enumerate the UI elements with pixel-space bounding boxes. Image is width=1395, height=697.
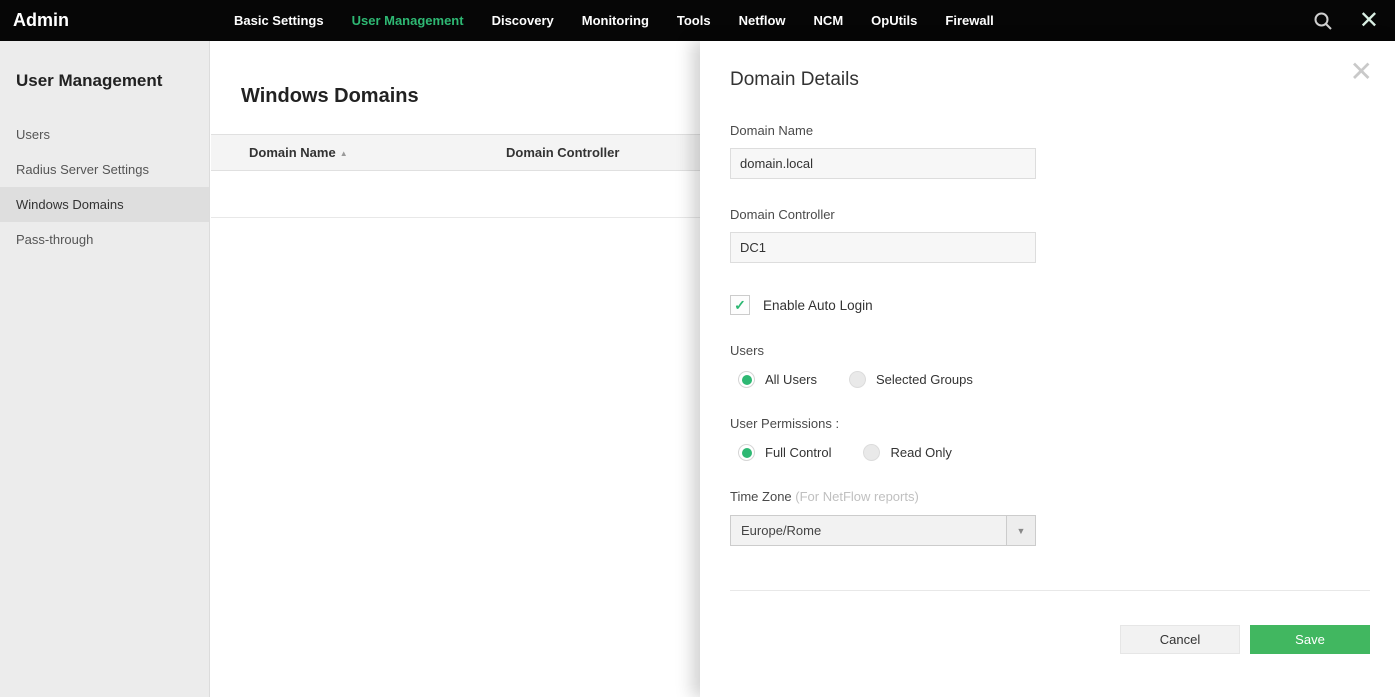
auto-login-row: ✓ Enable Auto Login (730, 295, 1370, 315)
nav-basic-settings[interactable]: Basic Settings (220, 0, 338, 41)
column-header-domain-name-label: Domain Name (249, 145, 336, 160)
sidebar-item-radius-server-settings[interactable]: Radius Server Settings (0, 152, 209, 187)
chevron-down-icon: ▼ (1017, 526, 1026, 536)
sidebar-item-pass-through[interactable]: Pass-through (0, 222, 209, 257)
nav-netflow[interactable]: Netflow (725, 0, 800, 41)
sidebar-item-windows-domains[interactable]: Windows Domains (0, 187, 209, 222)
top-navigation: Basic Settings User Management Discovery… (220, 0, 1008, 41)
timezone-dropdown-button[interactable]: ▼ (1006, 516, 1035, 545)
nav-user-management[interactable]: User Management (338, 0, 478, 41)
cancel-button[interactable]: Cancel (1120, 625, 1240, 654)
permissions-radio-group: Full Control Read Only (730, 444, 1370, 461)
nav-discovery[interactable]: Discovery (478, 0, 568, 41)
nav-firewall[interactable]: Firewall (931, 0, 1007, 41)
read-only-radio[interactable] (863, 444, 880, 461)
timezone-label: Time Zone (For NetFlow reports) (730, 489, 1370, 504)
panel-close-icon[interactable]: ✕ (1350, 59, 1373, 85)
topbar-close-icon[interactable]: ✕ (1359, 11, 1379, 31)
selected-groups-label: Selected Groups (876, 372, 973, 387)
read-only-label: Read Only (890, 445, 951, 460)
search-icon[interactable] (1313, 11, 1333, 31)
auto-login-label: Enable Auto Login (763, 298, 873, 313)
nav-monitoring[interactable]: Monitoring (568, 0, 663, 41)
sidebar: User Management Users Radius Server Sett… (0, 41, 210, 697)
panel-title: Domain Details (730, 69, 1370, 91)
column-header-domain-name[interactable]: Domain Name ▲ (211, 145, 506, 160)
timezone-selected-value: Europe/Rome (731, 516, 1006, 545)
nav-ncm[interactable]: NCM (800, 0, 858, 41)
topbar-right: ✕ (1313, 11, 1395, 31)
domain-name-input[interactable] (730, 148, 1036, 179)
all-users-label: All Users (765, 372, 817, 387)
panel-divider (730, 590, 1370, 591)
brand-title: Admin (0, 10, 210, 31)
nav-oputils[interactable]: OpUtils (857, 0, 931, 41)
check-icon: ✓ (734, 297, 746, 314)
timezone-label-text: Time Zone (730, 489, 792, 504)
user-permissions-label: User Permissions : (730, 416, 1370, 431)
users-label: Users (730, 343, 1370, 358)
sort-asc-icon: ▲ (340, 149, 348, 158)
panel-footer: Cancel Save (730, 625, 1370, 654)
all-users-radio[interactable] (738, 371, 755, 388)
domain-name-label: Domain Name (730, 123, 1370, 138)
sidebar-item-users[interactable]: Users (0, 117, 209, 152)
full-control-radio[interactable] (738, 444, 755, 461)
topbar: Admin Basic Settings User Management Dis… (0, 0, 1395, 41)
timezone-hint: (For NetFlow reports) (795, 489, 919, 504)
radio-dot (742, 375, 752, 385)
timezone-select[interactable]: Europe/Rome ▼ (730, 515, 1036, 546)
sidebar-title: User Management (0, 41, 209, 117)
full-control-label: Full Control (765, 445, 831, 460)
selected-groups-radio[interactable] (849, 371, 866, 388)
nav-tools[interactable]: Tools (663, 0, 725, 41)
domain-controller-label: Domain Controller (730, 207, 1370, 222)
users-radio-group: All Users Selected Groups (730, 371, 1370, 388)
save-button[interactable]: Save (1250, 625, 1370, 654)
auto-login-checkbox[interactable]: ✓ (730, 295, 750, 315)
domain-controller-input[interactable] (730, 232, 1036, 263)
column-header-domain-controller[interactable]: Domain Controller (506, 145, 619, 160)
radio-dot (742, 448, 752, 458)
domain-details-panel: Domain Details ✕ Domain Name Domain Cont… (700, 41, 1395, 697)
